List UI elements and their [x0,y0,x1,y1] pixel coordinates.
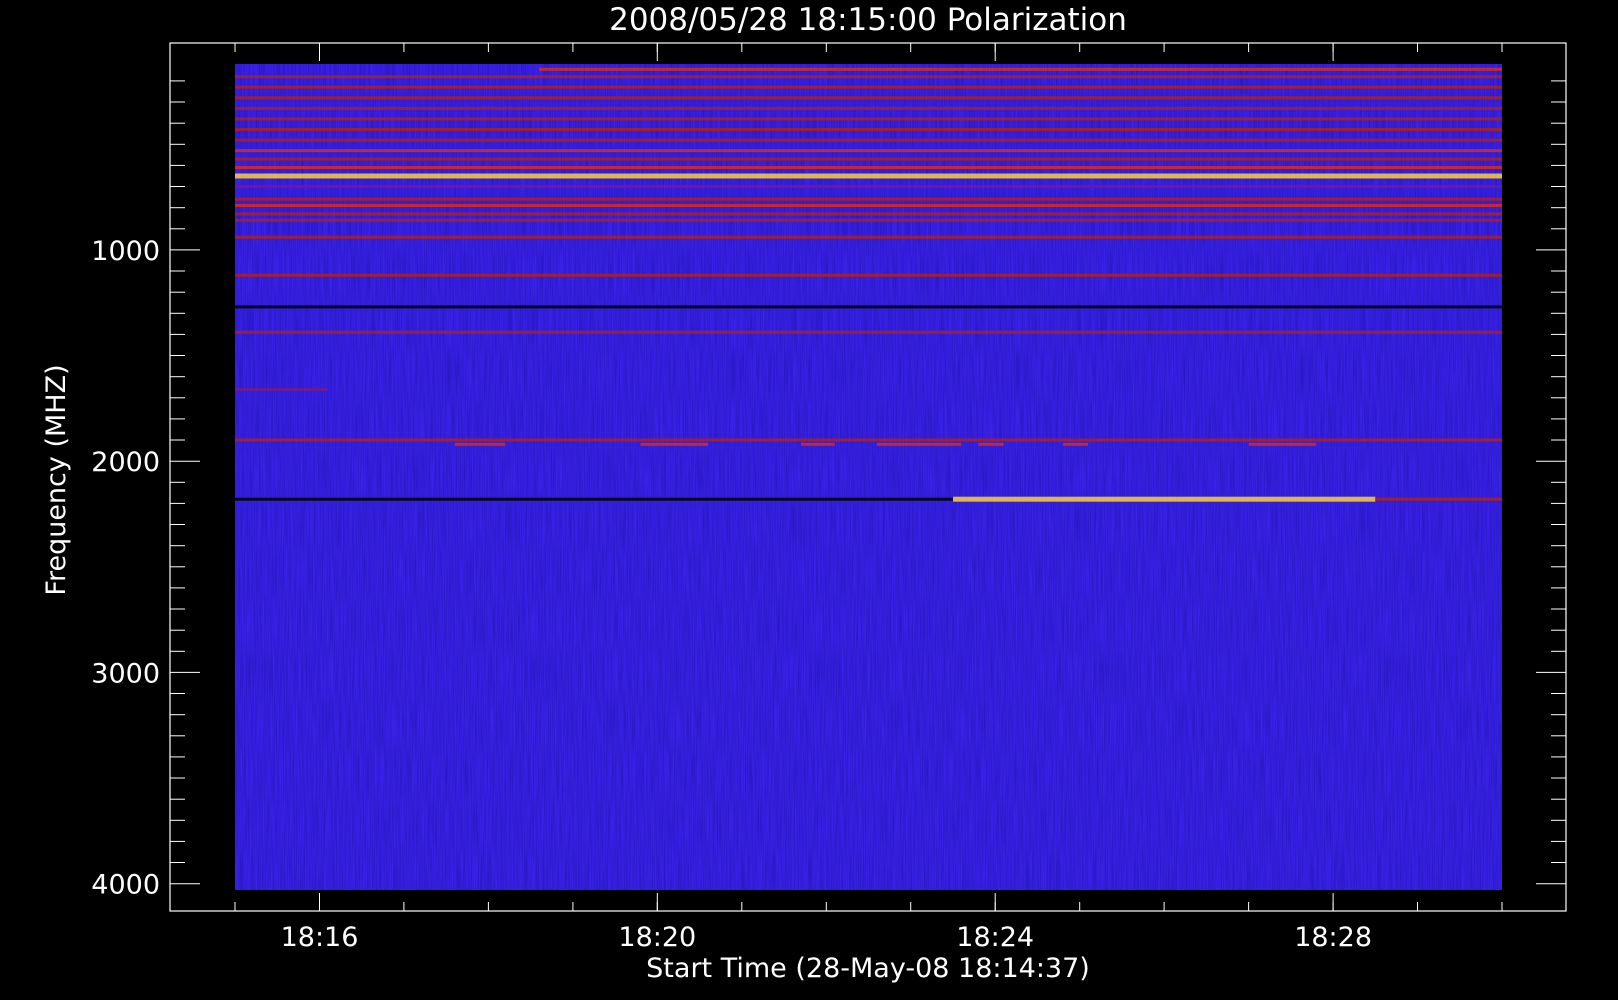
spectrogram-band [1248,442,1317,446]
spectrogram-band [235,117,1502,121]
spectrogram-band [454,442,506,446]
spectrogram-band [235,197,1502,201]
spectrogram-band [235,96,1502,100]
spectrogram-band [235,138,1502,142]
spectrogram-band [235,173,1502,179]
spectrogram-band [235,149,1502,153]
spectrogram-band [235,204,1502,207]
spectrogram-band [235,273,1502,277]
y-tick-label: 1000 [91,236,160,267]
spectrogram-band [1375,497,1502,501]
spectrogram-band [235,497,953,501]
spectrogram-band [235,212,1502,216]
spectrogram-image [235,64,1502,890]
spectrogram-band [235,166,1502,169]
x-tick-label: 18:28 [1294,922,1372,953]
spectrogram-band [235,218,1502,222]
y-tick-label: 2000 [91,447,160,478]
y-tick-label: 4000 [91,870,160,901]
spectrogram-band [953,496,1376,502]
spectrogram-band [235,85,1502,89]
y-tick-label: 3000 [91,658,160,689]
spectrogram-band [235,330,1502,334]
polarization-spectrogram-chart: 18:16 18:20 18:24 18:28 1000 2000 3000 4000 20… [0,0,1618,1000]
x-axis-label: Start Time (28-May-08 18:14:37) [646,953,1090,984]
spectrogram-band [800,442,835,446]
spectrogram-band [640,442,708,446]
spectrogram-band [235,128,1502,131]
x-tick-label: 18:20 [618,922,696,953]
chart-title: 2008/05/28 18:15:00 Polarization [609,2,1127,38]
spectrogram-band [235,185,1502,188]
x-tick-label: 18:24 [956,922,1034,953]
x-tick-label: 18:16 [281,922,359,953]
spectrogram-band [235,438,1502,442]
y-axis-label: Frequency (MHZ) [41,364,72,595]
spectrogram-band [978,442,1004,446]
spectrogram-band [235,106,1502,110]
spectrogram-band [1062,442,1089,446]
spectrogram-band [235,387,328,391]
spectrogram-band [235,157,1502,161]
spectrogram-band [235,75,1502,79]
spectrogram-band [539,67,1502,71]
spectrogram-band [235,305,1502,309]
spectrogram-band [876,442,962,446]
spectrogram-band [235,235,1502,239]
